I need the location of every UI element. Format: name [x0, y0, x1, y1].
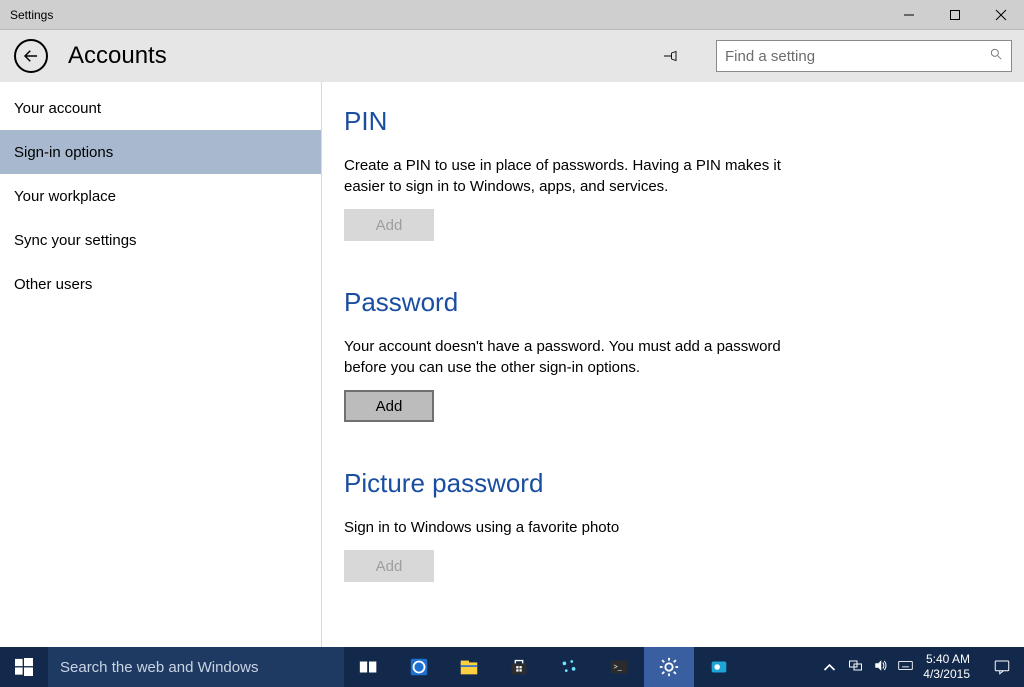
tray-overflow-icon[interactable]	[820, 660, 838, 675]
sidebar-item-sign-in-options[interactable]: Sign-in options	[0, 130, 321, 174]
window-title: Settings	[10, 8, 886, 22]
volume-icon[interactable]	[873, 658, 888, 676]
page-title: Accounts	[68, 42, 638, 70]
settings-window: Settings Accounts	[0, 0, 1024, 647]
sidebar-item-sync-your-settings[interactable]: Sync your settings	[0, 218, 321, 262]
sidebar-item-label: Sync your settings	[14, 232, 137, 249]
clock-time: 5:40 AM	[923, 652, 970, 667]
section-description: Create a PIN to use in place of password…	[344, 155, 804, 197]
section-description: Your account doesn't have a password. Yo…	[344, 336, 804, 378]
maximize-button[interactable]	[932, 0, 978, 29]
app2-icon[interactable]	[694, 647, 744, 687]
pin-icon[interactable]	[658, 47, 682, 65]
section-pin: PIN Create a PIN to use in place of pass…	[344, 106, 1002, 241]
sidebar-item-your-workplace[interactable]: Your workplace	[0, 174, 321, 218]
taskbar-spacer	[744, 647, 814, 687]
sidebar-item-other-users[interactable]: Other users	[0, 262, 321, 306]
section-description: Sign in to Windows using a favorite phot…	[344, 517, 804, 538]
section-heading: Picture password	[344, 468, 1002, 499]
back-button[interactable]	[14, 39, 48, 73]
terminal-icon[interactable]: >_	[594, 647, 644, 687]
app-icon[interactable]	[544, 647, 594, 687]
section-heading: PIN	[344, 106, 1002, 137]
section-password: Password Your account doesn't have a pas…	[344, 287, 1002, 422]
body: Your account Sign-in options Your workpl…	[0, 82, 1024, 647]
section-heading: Password	[344, 287, 1002, 318]
start-button[interactable]	[0, 647, 48, 687]
clock-date: 4/3/2015	[923, 667, 970, 682]
taskbar-search[interactable]: Search the web and Windows	[48, 647, 344, 687]
sidebar: Your account Sign-in options Your workpl…	[0, 82, 322, 647]
search-input[interactable]	[725, 48, 989, 65]
password-add-button[interactable]: Add	[344, 390, 434, 422]
sidebar-item-label: Your account	[14, 100, 101, 117]
action-center-icon[interactable]	[980, 647, 1024, 687]
sidebar-item-label: Sign-in options	[14, 144, 113, 161]
edge-icon[interactable]	[394, 647, 444, 687]
section-picture-password: Picture password Sign in to Windows usin…	[344, 468, 1002, 582]
sidebar-item-label: Your workplace	[14, 188, 116, 205]
minimize-button[interactable]	[886, 0, 932, 29]
taskbar-search-placeholder: Search the web and Windows	[60, 659, 258, 676]
window-controls	[886, 0, 1024, 29]
sidebar-item-label: Other users	[14, 276, 92, 293]
close-button[interactable]	[978, 0, 1024, 29]
taskbar-clock[interactable]: 5:40 AM 4/3/2015	[919, 647, 980, 687]
taskbar-items: >_	[344, 647, 744, 687]
settings-taskbar-icon[interactable]	[644, 647, 694, 687]
content: PIN Create a PIN to use in place of pass…	[322, 82, 1024, 647]
system-tray	[814, 647, 919, 687]
taskbar: Search the web and Windows >_	[0, 647, 1024, 687]
file-explorer-icon[interactable]	[444, 647, 494, 687]
sidebar-item-your-account[interactable]: Your account	[0, 86, 321, 130]
titlebar: Settings	[0, 0, 1024, 30]
store-icon[interactable]	[494, 647, 544, 687]
keyboard-icon[interactable]	[898, 658, 913, 676]
picture-add-button: Add	[344, 550, 434, 582]
task-view-icon[interactable]	[344, 647, 394, 687]
search-box[interactable]	[716, 40, 1012, 72]
header: Accounts	[0, 30, 1024, 82]
network-icon[interactable]	[848, 658, 863, 676]
svg-text:>_: >_	[614, 662, 623, 671]
pin-add-button: Add	[344, 209, 434, 241]
search-icon	[989, 47, 1003, 66]
